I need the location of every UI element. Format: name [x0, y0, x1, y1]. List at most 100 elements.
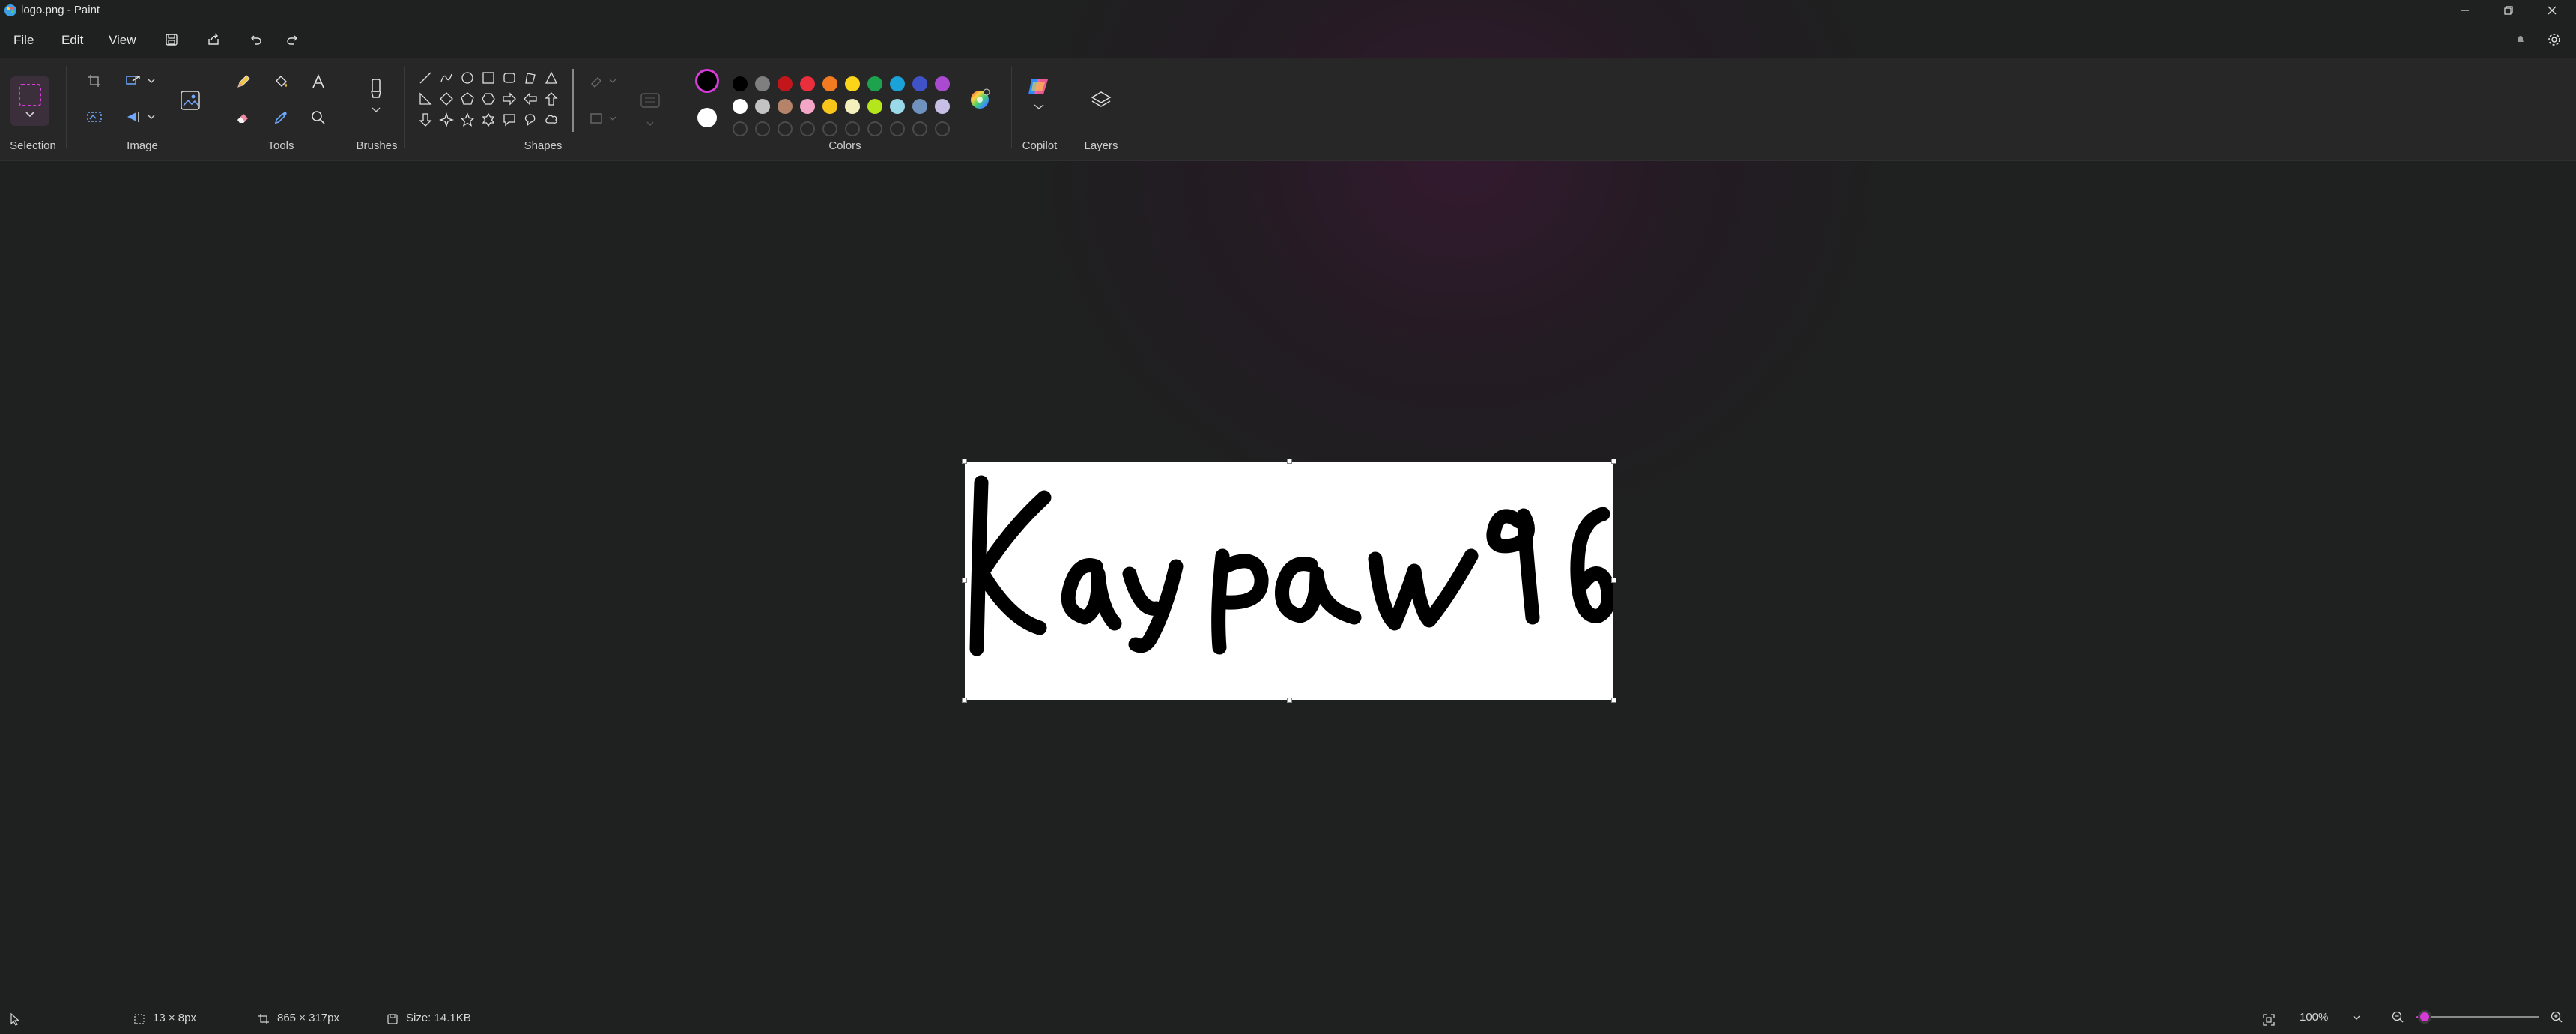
secondary-color-swatch[interactable]	[697, 108, 717, 127]
right-arrow-shape-icon[interactable]	[500, 90, 518, 108]
magnifier-icon[interactable]	[307, 106, 330, 129]
five-point-star-shape-icon[interactable]	[458, 111, 476, 129]
share-icon[interactable]	[202, 28, 225, 51]
select-all-icon[interactable]	[84, 106, 105, 127]
undo-icon[interactable]	[244, 28, 267, 51]
palette-color-swatch[interactable]	[845, 99, 860, 114]
flip-icon[interactable]	[123, 106, 144, 127]
right-triangle-shape-icon[interactable]	[416, 90, 434, 108]
pentagon-shape-icon[interactable]	[458, 90, 476, 108]
rectangle-shape-icon[interactable]	[479, 69, 497, 87]
chevron-down-icon[interactable]	[145, 109, 157, 124]
pencil-icon[interactable]	[232, 70, 255, 93]
shape-outline-icon[interactable]	[587, 70, 620, 91]
custom-color-slot[interactable]	[800, 121, 815, 136]
minimize-button[interactable]	[2443, 0, 2487, 21]
palette-color-swatch[interactable]	[800, 76, 815, 91]
up-arrow-shape-icon[interactable]	[542, 90, 560, 108]
brush-icon[interactable]	[361, 73, 391, 118]
rect-callout-shape-icon[interactable]	[500, 111, 518, 129]
down-arrow-shape-icon[interactable]	[416, 111, 434, 129]
palette-color-swatch[interactable]	[890, 99, 905, 114]
six-point-star-shape-icon[interactable]	[479, 111, 497, 129]
palette-color-swatch[interactable]	[733, 76, 748, 91]
cloud-callout-shape-icon[interactable]	[542, 111, 560, 129]
edit-colors-icon[interactable]	[966, 85, 993, 112]
resize-handle-top-left[interactable]	[962, 459, 967, 464]
fill-bucket-icon[interactable]	[270, 70, 292, 93]
resize-handle-top-right[interactable]	[1611, 459, 1616, 464]
oval-shape-icon[interactable]	[458, 69, 476, 87]
custom-color-slot[interactable]	[845, 121, 860, 136]
shape-size-icon[interactable]	[637, 87, 664, 114]
curve-shape-icon[interactable]	[437, 69, 455, 87]
palette-color-swatch[interactable]	[867, 76, 882, 91]
four-point-star-shape-icon[interactable]	[437, 111, 455, 129]
custom-color-slot[interactable]	[778, 121, 793, 136]
fit-to-window-icon[interactable]	[2261, 1012, 2277, 1028]
palette-color-swatch[interactable]	[935, 99, 950, 114]
text-tool-icon[interactable]	[307, 70, 330, 93]
chevron-down-icon[interactable]	[145, 73, 157, 88]
resize-handle-top[interactable]	[1287, 459, 1292, 464]
custom-color-slot[interactable]	[935, 121, 950, 136]
line-shape-icon[interactable]	[416, 69, 434, 87]
copilot-icon[interactable]	[1023, 70, 1055, 118]
crop-icon[interactable]	[84, 70, 105, 91]
palette-color-swatch[interactable]	[778, 99, 793, 114]
palette-color-swatch[interactable]	[935, 76, 950, 91]
palette-color-swatch[interactable]	[755, 99, 770, 114]
drawing-canvas[interactable]	[965, 462, 1616, 700]
chevron-down-icon[interactable]	[640, 115, 661, 132]
selection-tool-button[interactable]	[10, 76, 49, 126]
menu-view[interactable]: View	[109, 33, 136, 48]
custom-color-slot[interactable]	[867, 121, 882, 136]
palette-color-swatch[interactable]	[755, 76, 770, 91]
eraser-icon[interactable]	[232, 106, 255, 129]
palette-color-swatch[interactable]	[733, 99, 748, 114]
rounded-rectangle-shape-icon[interactable]	[500, 69, 518, 87]
palette-color-swatch[interactable]	[778, 76, 793, 91]
layers-icon[interactable]	[1086, 85, 1116, 115]
resize-handle-right[interactable]	[1611, 578, 1616, 583]
shape-fill-icon[interactable]	[587, 108, 620, 129]
image-remove-background-icon[interactable]	[177, 87, 204, 114]
notification-icon[interactable]	[2509, 28, 2532, 51]
primary-color-swatch[interactable]	[695, 69, 719, 93]
palette-color-swatch[interactable]	[912, 99, 927, 114]
palette-color-swatch[interactable]	[912, 76, 927, 91]
zoom-out-icon[interactable]	[2389, 1009, 2406, 1025]
diamond-shape-icon[interactable]	[437, 90, 455, 108]
resize-handle-bottom[interactable]	[1287, 698, 1292, 703]
save-icon[interactable]	[160, 28, 183, 51]
palette-color-swatch[interactable]	[822, 99, 837, 114]
zoom-slider-track[interactable]	[2416, 1016, 2539, 1018]
resize-icon[interactable]	[123, 70, 144, 91]
hexagon-shape-icon[interactable]	[479, 90, 497, 108]
resize-handle-bottom-right[interactable]	[1611, 698, 1616, 703]
custom-color-slot[interactable]	[912, 121, 927, 136]
close-button[interactable]	[2530, 0, 2574, 21]
palette-color-swatch[interactable]	[867, 99, 882, 114]
resize-handle-bottom-left[interactable]	[962, 698, 967, 703]
redo-icon[interactable]	[282, 28, 304, 51]
custom-color-slot[interactable]	[755, 121, 770, 136]
menu-edit[interactable]: Edit	[61, 33, 83, 48]
shapes-scrollbar[interactable]	[572, 69, 574, 132]
resize-handle-left[interactable]	[962, 578, 967, 583]
palette-color-swatch[interactable]	[800, 99, 815, 114]
palette-color-swatch[interactable]	[890, 76, 905, 91]
polygon-shape-icon[interactable]	[521, 69, 539, 87]
custom-color-slot[interactable]	[890, 121, 905, 136]
custom-color-slot[interactable]	[733, 121, 748, 136]
left-arrow-shape-icon[interactable]	[521, 90, 539, 108]
menu-file[interactable]: File	[13, 33, 34, 48]
triangle-shape-icon[interactable]	[542, 69, 560, 87]
settings-gear-icon[interactable]	[2543, 28, 2566, 51]
zoom-dropdown[interactable]: 100%	[2291, 1006, 2366, 1030]
palette-color-swatch[interactable]	[822, 76, 837, 91]
color-picker-icon[interactable]	[270, 106, 292, 129]
custom-color-slot[interactable]	[822, 121, 837, 136]
palette-color-swatch[interactable]	[845, 76, 860, 91]
restore-button[interactable]	[2487, 0, 2530, 21]
